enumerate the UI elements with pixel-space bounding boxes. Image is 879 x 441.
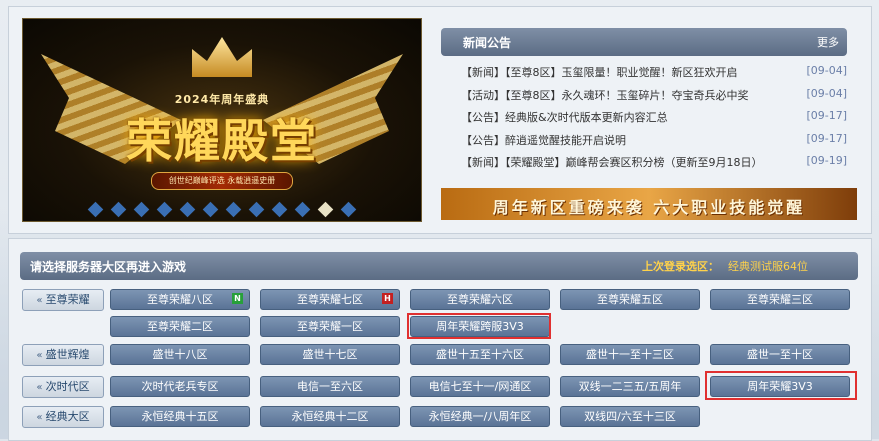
server-button[interactable]: 至尊荣耀三区 [710,289,850,310]
server-button[interactable]: 电信七至十一/网通区 [410,376,550,397]
server-title: 请选择服务器大区再进入游戏 [30,260,187,274]
server-button[interactable]: 盛世十八区 [110,344,250,365]
server-label: 至尊荣耀八区 [147,293,213,306]
server-button[interactable]: 电信一至六区 [260,376,400,397]
news-item-title[interactable]: 【公告】经典版&次时代版本更新内容汇总 [461,111,668,124]
promo-banner[interactable]: 周年新区重磅来袭 六大职业技能觉醒 [441,188,857,220]
carousel-dot[interactable] [110,201,127,218]
carousel-dot[interactable] [271,201,288,218]
news-panel: 新闻公告 更多 【新闻】【至尊8区】玉玺限量！职业觉醒！新区狂欢开启 [09-0… [441,18,859,178]
category-text: 经典大区 [45,410,90,423]
carousel-dot[interactable] [202,201,219,218]
news-header: 新闻公告 更多 [441,28,847,56]
server-button[interactable]: 盛世一至十区 [710,344,850,365]
news-item-date: [09-04] [806,86,847,100]
news-item-title[interactable]: 【公告】醉逍遥觉醒技能开启说明 [461,134,626,147]
server-button[interactable]: 盛世十五至十六区 [410,344,550,365]
server-button[interactable]: 盛世十一至十三区 [560,344,700,365]
carousel-dot[interactable] [87,201,104,218]
server-button[interactable]: 永恒经典一/八周年区 [410,406,550,427]
category-arrow-icon: « [36,412,46,423]
banner-slogan: 创世纪巅峰评选 永载逍遥史册 [151,172,293,190]
category-label-jingdian: « 经典大区 [22,406,104,428]
carousel-dot[interactable] [225,201,242,218]
news-item[interactable]: 【公告】经典版&次时代版本更新内容汇总 [09-17] [461,109,847,132]
category-label-zhizun: « 至尊荣耀 [22,289,104,311]
news-item-date: [09-04] [806,64,847,77]
server-button[interactable]: 至尊荣耀二区 [110,316,250,337]
category-arrow-icon: « [36,350,46,361]
highlight-box [705,371,857,400]
server-button[interactable]: 次时代老兵专区 [110,376,250,397]
server-header: 请选择服务器大区再进入游戏 上次登录选区： 经典测试服64位 [20,252,858,280]
server-button[interactable]: 双线四/六至十三区 [560,406,700,427]
server-button[interactable]: 至尊荣耀六区 [410,289,550,310]
server-button[interactable]: 永恒经典十五区 [110,406,250,427]
news-list: 【新闻】【至尊8区】玉玺限量！职业觉醒！新区狂欢开启 [09-04] 【活动】【… [461,64,847,177]
news-title: 新闻公告 [463,36,512,50]
news-item[interactable]: 【公告】醉逍遥觉醒技能开启说明 [09-17] [461,132,847,155]
news-item-title[interactable]: 【新闻】【荣耀殿堂】巅峰帮会赛区积分榜（更新至9月18日） [461,156,763,169]
category-text: 盛世辉煌 [45,348,90,361]
server-button[interactable]: 盛世十七区 [260,344,400,365]
news-item-date: [09-17] [806,109,847,122]
server-button[interactable]: 双线一二三五/五周年 [560,376,700,397]
news-item-title[interactable]: 【新闻】【至尊8区】玉玺限量！职业觉醒！新区狂欢开启 [461,66,738,79]
new-badge: N [232,293,243,304]
carousel-dot[interactable] [156,201,173,218]
highlight-box [407,313,551,339]
category-text: 次时代区 [45,380,90,393]
news-item-date: [09-19] [806,154,847,167]
banner-title: 荣耀殿堂 [126,114,318,168]
news-item[interactable]: 【活动】【至尊8区】永久魂环！玉玺碎片！夺宝奇兵必中奖 [09-04] [461,87,847,110]
last-login-server[interactable]: 经典测试服64位 [728,258,808,274]
category-arrow-icon: « [36,295,46,306]
carousel-dot[interactable] [179,201,196,218]
carousel-dot[interactable] [340,201,357,218]
promo-text: 周年新区重磅来袭 六大职业技能觉醒 [492,198,806,217]
carousel-dots [23,201,421,218]
server-button[interactable]: 至尊荣耀一区 [260,316,400,337]
carousel-dot-active[interactable] [317,201,334,218]
news-item-title[interactable]: 【活动】【至尊8区】永久魂环！玉玺碎片！夺宝奇兵必中奖 [461,89,749,102]
server-button[interactable]: 至尊荣耀七区 H [260,289,400,310]
event-banner[interactable]: 2024年周年盛典 荣耀殿堂 创世纪巅峰评选 永载逍遥史册 [22,18,422,222]
server-label: 至尊荣耀七区 [297,293,363,306]
hot-badge: H [382,293,393,304]
crown-icon [192,37,252,77]
news-item-date: [09-17] [806,131,847,145]
server-button[interactable]: 至尊荣耀五区 [560,289,700,310]
carousel-dot[interactable] [294,201,311,218]
category-label-cishidai: « 次时代区 [22,376,104,398]
category-text: 至尊荣耀 [45,293,90,306]
server-button[interactable]: 至尊荣耀八区 N [110,289,250,310]
news-item[interactable]: 【新闻】【荣耀殿堂】巅峰帮会赛区积分榜（更新至9月18日） [09-19] [461,154,847,177]
news-item[interactable]: 【新闻】【至尊8区】玉玺限量！职业觉醒！新区狂欢开启 [09-04] [461,64,847,87]
server-button[interactable]: 永恒经典十二区 [260,406,400,427]
carousel-dot[interactable] [248,201,265,218]
news-more-link[interactable]: 更多 [817,34,839,50]
carousel-dot[interactable] [133,201,150,218]
category-arrow-icon: « [36,382,46,393]
category-label-shengshi: « 盛世辉煌 [22,344,104,366]
last-login-label: 上次登录选区： [642,260,719,273]
